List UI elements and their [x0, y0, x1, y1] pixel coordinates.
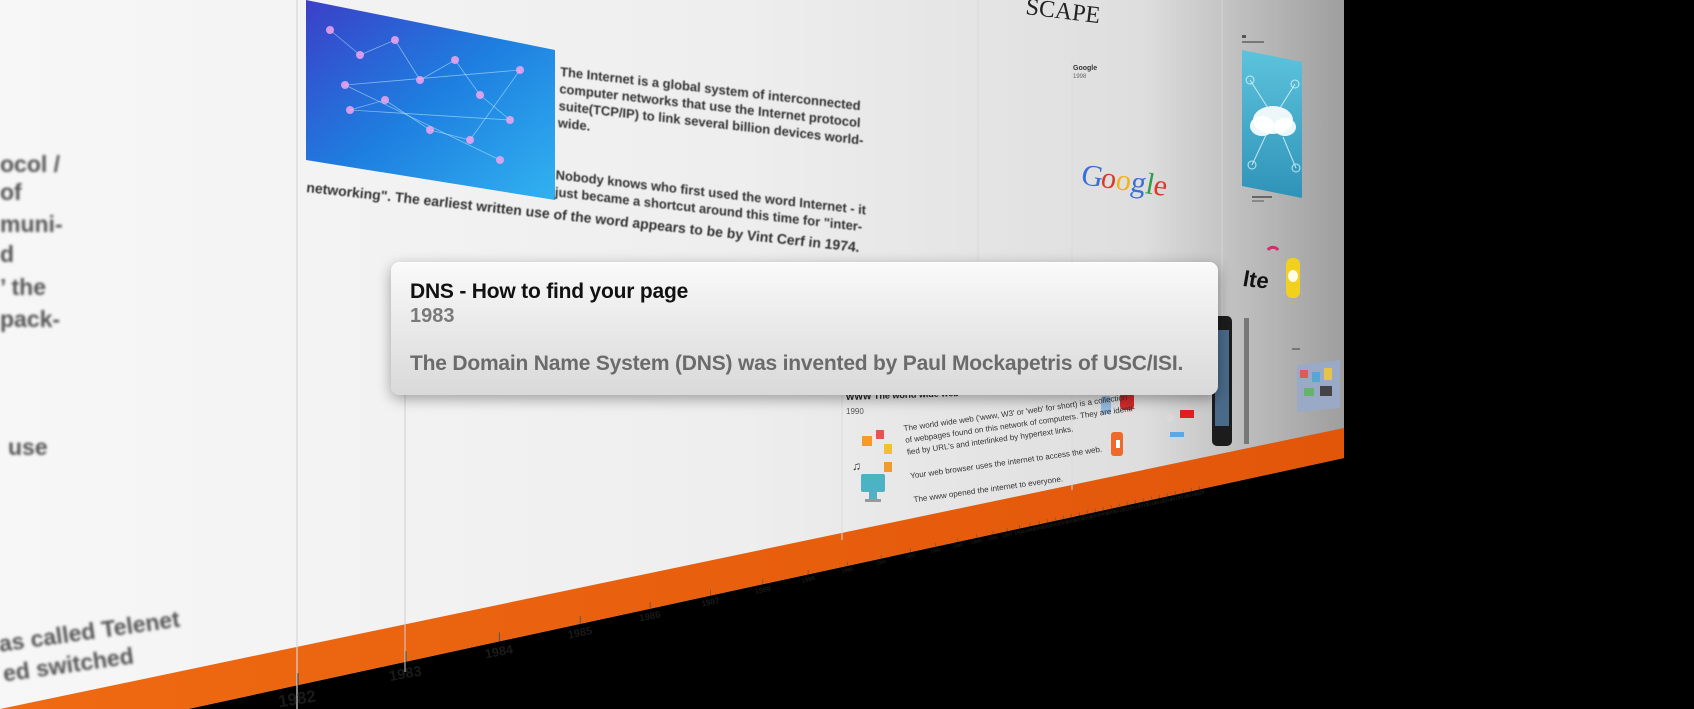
timeline-viewer: ocol / of muni- d ’ the pack- use as cal…: [0, 0, 1694, 709]
left-line: ’ the: [0, 274, 46, 300]
timeline-year-label[interactable]: 1989: [801, 575, 816, 585]
network-node: [356, 51, 364, 59]
timeline-year-label[interactable]: 1982: [277, 687, 317, 709]
event-tooltip: DNS - How to find your page 1983 The Dom…: [391, 262, 1218, 395]
network-node: [451, 56, 459, 64]
tooltip-title: DNS - How to find your page: [410, 280, 689, 303]
app-icon: [1166, 414, 1174, 422]
timeline-year-label[interactable]: 1987: [701, 596, 721, 609]
network-node: [381, 96, 389, 104]
network-node: [496, 156, 504, 164]
youtube-icon: [1180, 410, 1194, 418]
web-collage-image: [1297, 360, 1340, 412]
network-node: [416, 76, 424, 84]
timeline-year-label[interactable]: 1991: [875, 559, 887, 567]
network-node: [341, 81, 349, 89]
left-line: d: [0, 241, 14, 267]
lte-logo-icon: lte: [1241, 266, 1271, 293]
network-node: [346, 106, 354, 114]
timeline-year-label[interactable]: 1988: [754, 585, 771, 596]
timeline-year-label[interactable]: 1997: [1001, 531, 1013, 539]
svg-text:♫: ♫: [852, 459, 861, 473]
timeline-year-label[interactable]: 1990: [841, 567, 854, 576]
left-line: muni-: [0, 211, 63, 237]
left-line: use: [8, 434, 48, 460]
timeline-year-label[interactable]: 1996: [987, 534, 999, 542]
network-node: [516, 66, 524, 74]
www-year: 1990: [846, 407, 864, 416]
network-node: [326, 26, 334, 34]
network-node: [426, 126, 434, 134]
timeline-year-label[interactable]: 1993: [930, 547, 942, 555]
timeline-year-label[interactable]: 1994: [952, 542, 964, 550]
timeline-year-label[interactable]: 1992: [905, 552, 917, 560]
network-node: [476, 91, 484, 99]
timeline-year-label[interactable]: 1983: [388, 664, 423, 685]
network-node: [466, 136, 474, 144]
left-line: of: [0, 179, 22, 205]
timeline-year-label[interactable]: 1985: [567, 625, 593, 641]
left-line: pack-: [0, 306, 60, 332]
tooltip-year: 1983: [410, 305, 455, 327]
google-label: Google: [1073, 65, 1097, 72]
timeline-year-label[interactable]: 1984: [484, 641, 515, 661]
twitter-icon: [1170, 432, 1184, 437]
timeline-year-label[interactable]: 1986: [639, 609, 662, 624]
tooltip-description: The Domain Name System (DNS) was invente…: [410, 352, 1184, 375]
left-line: ocol /: [0, 151, 61, 177]
phone-side-image: [1244, 318, 1249, 444]
network-node: [391, 36, 399, 44]
google-year: 1998: [1073, 74, 1087, 80]
timeline-year-label[interactable]: 2020: [1194, 490, 1206, 498]
network-node: [506, 116, 514, 124]
timeline-year-label[interactable]: 1995: [971, 538, 983, 546]
